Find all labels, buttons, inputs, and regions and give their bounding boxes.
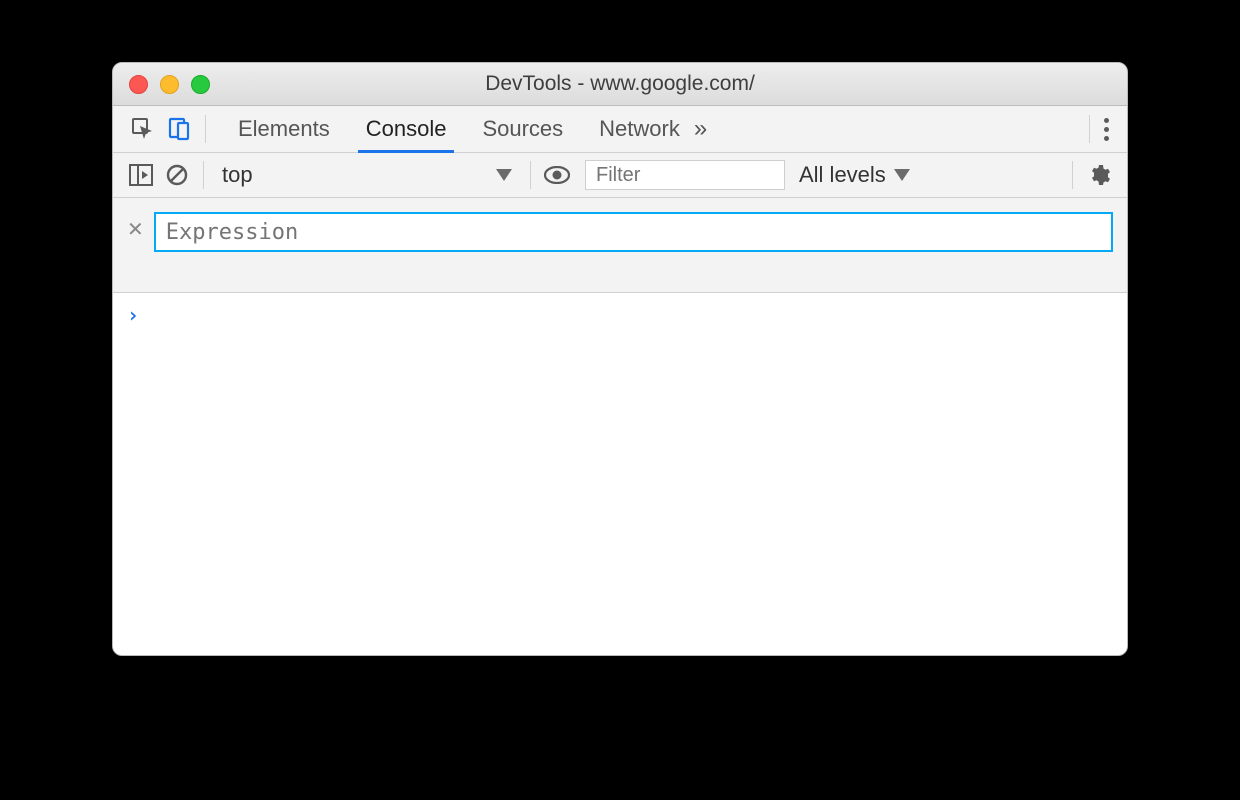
device-toolbar-icon[interactable] [161,111,197,147]
log-levels-label: All levels [799,162,886,188]
panel-tabs-row: Elements Console Sources Network » [113,106,1127,153]
live-expression-icon[interactable] [539,157,575,193]
console-filter-input[interactable] [585,160,785,190]
tab-console[interactable]: Console [362,106,451,152]
log-levels-select[interactable]: All levels [799,162,910,188]
execution-context-label: top [222,162,253,188]
chevron-down-icon [894,169,910,181]
titlebar: DevTools - www.google.com/ [113,63,1127,106]
close-window-button[interactable] [129,75,148,94]
chevron-down-icon [496,169,512,181]
devtools-window: DevTools - www.google.com/ Elements Cons… [112,62,1128,656]
remove-expression-icon[interactable]: ✕ [127,212,144,248]
separator [1072,161,1073,189]
separator [530,161,531,189]
separator [203,161,204,189]
console-settings-icon[interactable] [1081,157,1117,193]
zoom-window-button[interactable] [191,75,210,94]
separator [205,115,206,143]
console-output[interactable]: › [113,293,1127,656]
console-toolbar: top All levels [113,153,1127,198]
live-expression-input[interactable] [154,212,1113,252]
window-title: DevTools - www.google.com/ [113,72,1127,96]
minimize-window-button[interactable] [160,75,179,94]
live-expression-area: ✕ [113,198,1127,293]
clear-console-icon[interactable] [159,157,195,193]
tab-network[interactable]: Network [595,106,684,152]
devtools-menu-icon[interactable] [1098,118,1115,141]
execution-context-select[interactable]: top [212,159,522,191]
tab-sources[interactable]: Sources [478,106,567,152]
console-prompt[interactable]: › [127,303,139,327]
tab-elements[interactable]: Elements [234,106,334,152]
separator [1089,115,1090,143]
tabs-overflow-button[interactable]: » [684,115,717,143]
console-sidebar-toggle-icon[interactable] [123,157,159,193]
panel-tabs: Elements Console Sources Network [234,106,684,152]
traffic-lights [113,75,210,94]
inspect-element-icon[interactable] [125,111,161,147]
